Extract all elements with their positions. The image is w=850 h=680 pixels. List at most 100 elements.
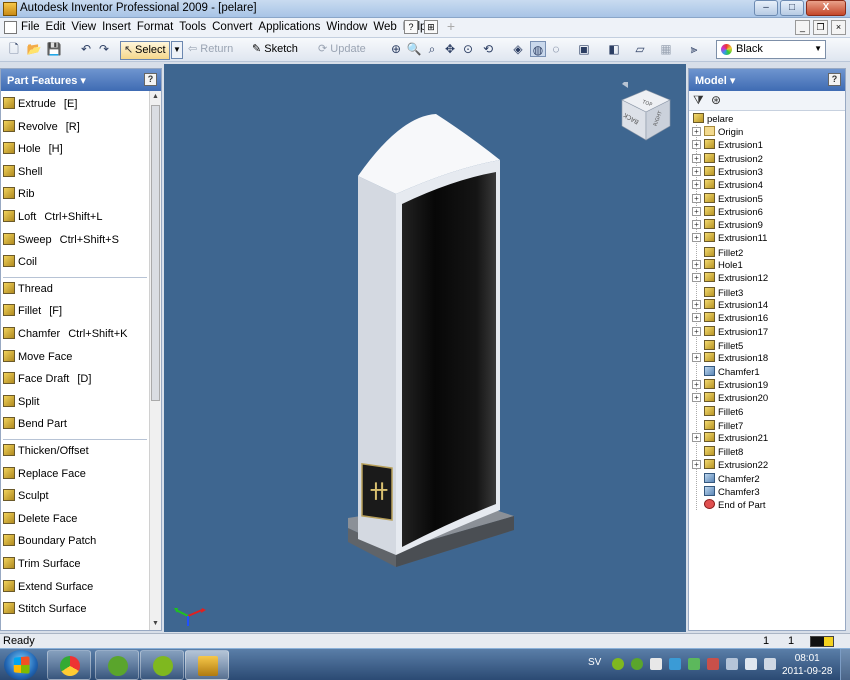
expand-icon[interactable]: + <box>692 299 701 309</box>
tree-node-fillet3[interactable]: Fillet3 <box>692 286 743 299</box>
tree-node-fillet6[interactable]: Fillet6 <box>692 405 743 418</box>
start-button[interactable] <box>4 650 38 680</box>
tree-node-extrusion3[interactable]: + Extrusion3 <box>692 165 763 179</box>
tree-node-origin[interactable]: + Origin <box>692 126 743 139</box>
minimize-button[interactable]: – <box>754 0 778 16</box>
browser-help-button[interactable]: ? <box>828 73 841 86</box>
feature-bend-part[interactable]: Bend Part <box>3 414 149 434</box>
feature-sweep[interactable]: Sweep Ctrl+Shift+S <box>3 230 149 250</box>
taskbar-utorrent[interactable] <box>95 650 139 680</box>
menu-view[interactable]: View <box>71 21 96 33</box>
tree-node-chamfer1[interactable]: Chamfer1 <box>692 365 760 378</box>
tree-node-extrusion17[interactable]: + Extrusion17 <box>692 325 768 339</box>
feature-coil[interactable]: Coil <box>3 252 149 272</box>
tree-node-extrusion18[interactable]: + Extrusion18 <box>692 352 768 365</box>
spotify-tray-icon[interactable] <box>612 658 624 670</box>
feature-face-draft[interactable]: Face Draft [D] <box>3 369 149 389</box>
feature-sculpt[interactable]: Sculpt <box>3 486 149 506</box>
scroll-down-icon[interactable]: ▼ <box>150 618 161 630</box>
tree-node-extrusion6[interactable]: + Extrusion6 <box>692 205 763 219</box>
taskbar-inventor[interactable] <box>185 650 229 680</box>
display-tray-icon[interactable] <box>745 658 757 670</box>
show-desktop-button[interactable] <box>840 649 850 680</box>
add-icon[interactable]: + <box>444 19 458 34</box>
close-button[interactable]: X <box>806 0 846 16</box>
feature-loft[interactable]: Loft Ctrl+Shift+L <box>3 207 149 227</box>
expand-icon[interactable]: + <box>692 153 701 163</box>
color-style-select[interactable]: Black ▼ <box>716 40 826 59</box>
menu-web[interactable]: Web <box>373 21 396 33</box>
menu-window[interactable]: Window <box>326 21 367 33</box>
look-at-icon[interactable]: ◈ <box>510 41 526 57</box>
shadow-icon[interactable]: ◧ <box>606 41 622 57</box>
tree-node-chamfer3[interactable]: Chamfer3 <box>692 485 760 498</box>
feature-thicken-offset[interactable]: Thicken/Offset <box>3 441 149 461</box>
tree-node-fillet7[interactable]: Fillet7 <box>692 419 743 432</box>
analysis-icon[interactable]: ▦ <box>658 41 674 57</box>
device-tray-icon[interactable] <box>726 658 738 670</box>
filter-icon[interactable]: ⧩ <box>693 93 704 108</box>
new-file-icon[interactable]: 🗋 <box>6 41 22 57</box>
expand-icon[interactable]: + <box>692 353 701 363</box>
doc-close-button[interactable]: × <box>831 20 846 35</box>
expand-icon[interactable]: + <box>692 140 701 150</box>
feature-fillet[interactable]: Fillet [F] <box>3 301 149 321</box>
zoom-all-icon[interactable]: ⊕ <box>388 41 404 57</box>
tree-node-extrusion16[interactable]: + Extrusion16 <box>692 312 768 325</box>
feature-stitch-surface[interactable]: Stitch Surface <box>3 599 149 619</box>
utorrent-tray-icon[interactable] <box>631 658 643 670</box>
scroll-up-icon[interactable]: ▲ <box>150 91 161 103</box>
expand-icon[interactable]: + <box>692 273 701 283</box>
taskbar-chrome[interactable] <box>47 650 91 680</box>
feature-shell[interactable]: Shell <box>3 162 149 182</box>
menu-tools[interactable]: Tools <box>179 21 206 33</box>
menu-insert[interactable]: Insert <box>102 21 131 33</box>
network-tray-icon[interactable] <box>669 658 681 670</box>
zoom-window-icon[interactable]: ⌕ <box>424 41 440 57</box>
select-dropdown[interactable]: ▼ <box>171 41 183 59</box>
maximize-button[interactable]: □ <box>780 0 804 16</box>
expand-icon[interactable]: + <box>692 260 701 269</box>
tree-node-extrusion4[interactable]: + Extrusion4 <box>692 179 763 192</box>
tree-root[interactable]: pelare <box>693 113 733 126</box>
vertical-scrollbar[interactable]: ▲ ▼ <box>149 91 161 630</box>
feature-hole[interactable]: Hole [H] <box>3 139 149 159</box>
tree-node-extrusion14[interactable]: + Extrusion14 <box>692 298 768 312</box>
open-folder-icon[interactable]: 📂 <box>26 41 42 57</box>
measure-icon[interactable]: ⫸ <box>686 41 702 57</box>
feature-chamfer[interactable]: Chamfer Ctrl+Shift+K <box>3 324 149 344</box>
tree-node-fillet8[interactable]: Fillet8 <box>692 445 743 458</box>
feature-extrude[interactable]: Extrude [E] <box>3 94 149 114</box>
tree-node-end-of-part[interactable]: End of Part <box>692 498 766 511</box>
save-icon[interactable]: 💾 <box>46 41 62 57</box>
find-binoculars-icon[interactable]: ⊛ <box>711 93 721 107</box>
security-tray-icon[interactable] <box>688 658 700 670</box>
tree-node-extrusion2[interactable]: + Extrusion2 <box>692 152 763 166</box>
menu-edit[interactable]: Edit <box>46 21 66 33</box>
browser-header[interactable]: Model ▾ ? <box>689 69 845 91</box>
feature-thread[interactable]: Thread <box>3 279 149 299</box>
feature-replace-face[interactable]: Replace Face <box>3 464 149 484</box>
doc-restore-button[interactable]: ❐ <box>813 20 828 35</box>
expand-icon[interactable]: + <box>692 326 701 336</box>
feature-delete-face[interactable]: Delete Face <box>3 509 149 529</box>
expand-icon[interactable]: + <box>692 379 701 389</box>
menu-format[interactable]: Format <box>137 21 173 33</box>
inventor-app-icon[interactable] <box>3 2 17 16</box>
doc-minimize-button[interactable]: _ <box>795 20 810 35</box>
menu-applications[interactable]: Applications <box>258 21 320 33</box>
feature-move-face[interactable]: Move Face <box>3 347 149 367</box>
language-indicator[interactable]: SV <box>588 657 601 668</box>
whats-this-help-icon[interactable]: ? <box>404 20 418 34</box>
camera-view-icon[interactable]: ▣ <box>576 41 592 57</box>
rotate-icon[interactable]: ⟲ <box>480 41 496 57</box>
panel-header[interactable]: Part Features ▾ ? <box>1 69 161 91</box>
sketch-button[interactable]: ✎ Sketch <box>252 41 298 59</box>
update-button[interactable]: ⟳ Update <box>318 41 366 59</box>
tree-node-extrusion5[interactable]: + Extrusion5 <box>692 192 763 206</box>
redo-icon[interactable]: ↷ <box>96 41 112 57</box>
expand-icon[interactable]: + <box>692 233 701 243</box>
expand-icon[interactable]: + <box>692 166 701 176</box>
menu-convert[interactable]: Convert <box>212 21 252 33</box>
expand-icon[interactable]: + <box>692 432 701 442</box>
